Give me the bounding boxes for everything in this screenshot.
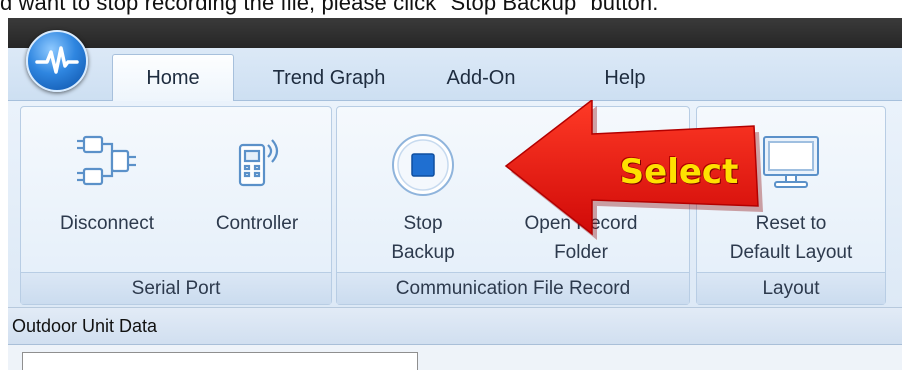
ribbon: Disconnect Controller Serial Port Stop B…	[8, 100, 902, 307]
panel-title: Outdoor Unit Data	[8, 308, 902, 345]
title-bar	[8, 18, 902, 48]
reset-layout-label-line2: Default Layout	[729, 242, 853, 263]
group-label-serial-port: Serial Port	[21, 272, 331, 304]
stop-backup-label-line2: Backup	[391, 242, 455, 263]
select-annotation: Select	[502, 98, 764, 242]
tab-help[interactable]: Help	[580, 56, 670, 100]
group-label-layout: Layout	[697, 272, 885, 304]
plug-icon	[76, 131, 138, 198]
controller-label: Controller	[215, 213, 299, 234]
stop-backup-button[interactable]: Stop Backup	[361, 107, 485, 273]
tab-add-on[interactable]: Add-On	[426, 56, 536, 100]
content-area: Outdoor Unit Data	[8, 307, 902, 370]
open-record-folder-label-line2: Folder	[554, 242, 608, 263]
disconnect-label: Disconnect	[60, 213, 154, 234]
stop-icon	[389, 131, 457, 204]
monitor-icon	[758, 131, 824, 198]
panel-data-box	[22, 352, 418, 370]
remote-controller-icon	[226, 131, 288, 198]
controller-button[interactable]: Controller	[189, 107, 325, 273]
ribbon-tab-strip: Home Trend Graph Add-On Help	[8, 48, 902, 101]
app-menu-button[interactable]	[26, 30, 88, 92]
instruction-caption: d want to stop recording the file, pleas…	[0, 0, 659, 15]
tab-home[interactable]: Home	[112, 54, 234, 101]
annotation-label: Select	[619, 152, 739, 192]
stop-backup-label-line1: Stop	[403, 213, 443, 234]
tab-trend-graph[interactable]: Trend Graph	[252, 56, 406, 100]
app-window: Home Trend Graph Add-On Help Disconnect …	[8, 18, 902, 370]
group-serial-port: Disconnect Controller Serial Port	[20, 106, 332, 305]
disconnect-button[interactable]: Disconnect	[39, 107, 175, 273]
group-label-communication-file-record: Communication File Record	[337, 272, 689, 304]
heartbeat-icon	[35, 46, 79, 74]
stop-backup-label: Stop Backup	[361, 209, 485, 267]
